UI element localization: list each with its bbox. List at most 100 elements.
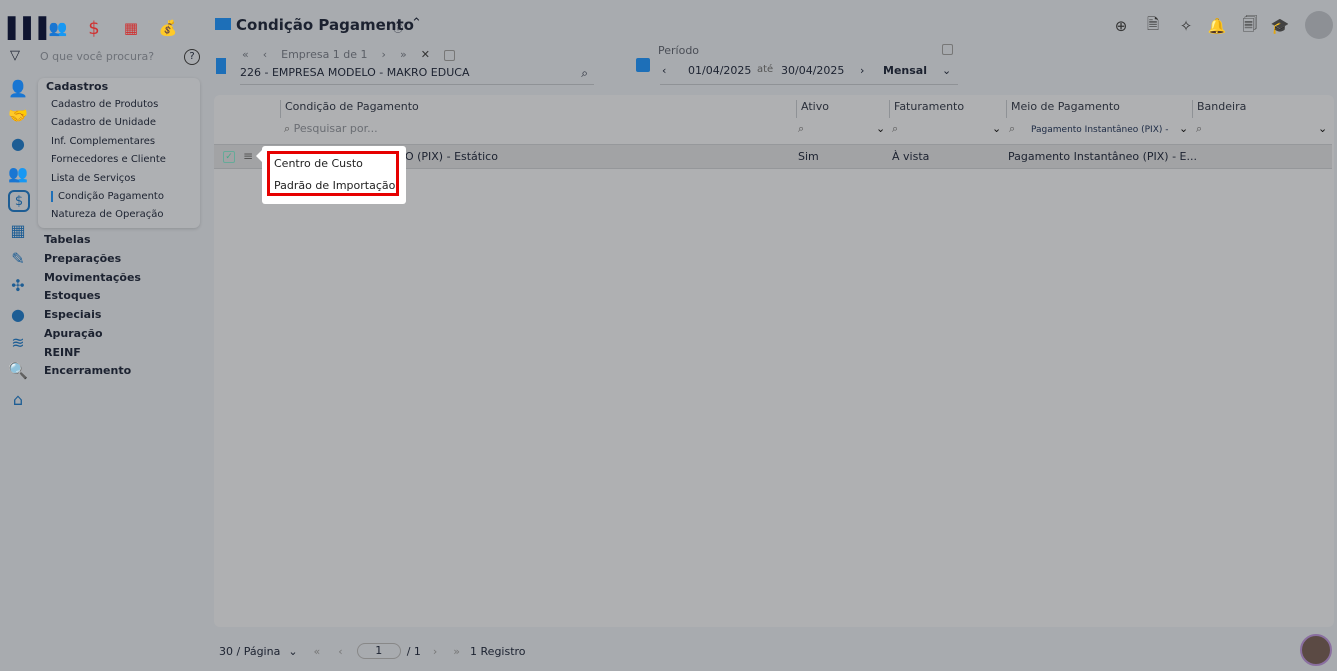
cell-faturamento: À vista [892,150,930,163]
filter-icon[interactable]: ▽ [10,48,20,63]
collapse-chevron-icon[interactable]: ⌃ [411,16,422,31]
next-icon[interactable]: › [382,48,386,61]
next-period-icon[interactable]: › [860,64,864,77]
search-icon[interactable]: ⌕ [581,66,588,81]
filter-ativo-search-icon[interactable]: ⌕ [798,122,804,136]
filter-meio-value[interactable]: Pagamento Instantâneo (PIX) - [1031,125,1169,135]
dollar-module-icon[interactable]: $ [84,18,104,39]
monitor-icon [215,18,231,30]
context-item-padrao-importacao[interactable]: Padrão de Importação [274,179,395,192]
empresa-field[interactable]: 226 - EMPRESA MODELO - MAKRO EDUCA ⌕ [240,66,594,85]
empresa-nav-label: Empresa 1 de 1 [281,48,368,61]
menu-item-active[interactable]: Condição Pagamento [51,191,164,202]
periodo-checkbox[interactable] [942,44,953,55]
periodo-label: Período [658,44,700,57]
col-header-faturamento[interactable]: Faturamento [889,100,964,118]
search-icon[interactable]: 🔍 [8,360,28,380]
layers-icon[interactable]: ≋ [8,332,28,352]
bag-icon[interactable]: ● [8,304,28,324]
menu-item[interactable]: Fornecedores e Cliente [51,154,166,165]
calendar-icon [636,58,650,72]
prev-period-icon[interactable]: ‹ [662,64,666,77]
col-header-meio[interactable]: Meio de Pagamento [1006,100,1120,118]
page-input[interactable]: 1 [356,643,401,659]
row-checkbox[interactable]: ✓ [223,151,235,163]
clock-icon[interactable]: ● [8,133,28,153]
info-icon[interactable]: ⓘ [393,20,403,35]
clear-icon[interactable]: ✕ [421,48,430,61]
section-movimentacoes[interactable]: Movimentações [44,271,141,284]
people-icon[interactable]: 👥 [8,163,28,183]
tool-icon[interactable]: ✎ [8,248,28,268]
chevron-down-icon[interactable]: ⌄ [1318,122,1327,135]
section-preparacoes[interactable]: Preparações [44,252,121,265]
popup-arrow [256,150,262,162]
chevron-down-icon[interactable]: ⌄ [288,645,297,658]
pagination: 30 / Página ⌄ « ‹ 1 / 1 › » 1 Registro [219,643,526,659]
building-icon [216,58,226,74]
menu-item[interactable]: Cadastro de Unidade [51,117,156,128]
user-settings-icon[interactable]: 👤 [8,78,28,98]
empresa-nav: « ‹ Empresa 1 de 1 › » ✕ [242,48,455,61]
filter-faturamento-search-icon[interactable]: ⌕ [892,122,898,136]
calculator-icon[interactable]: ▦ [8,220,28,240]
broom-icon[interactable]: ✧ [1176,16,1196,36]
filter-bandeira-search-icon[interactable]: ⌕ [1196,122,1202,136]
chevron-down-icon[interactable]: ⌄ [1179,122,1188,135]
section-estoques[interactable]: Estoques [44,289,101,302]
report-search-icon[interactable]: 🗐 [1240,15,1260,36]
period-mode[interactable]: Mensal [883,64,927,77]
empresa-checkbox[interactable] [443,50,455,61]
graduation-cap-icon[interactable]: 🎓 [1270,16,1290,36]
per-page-select[interactable]: 30 / Página [219,645,280,658]
document-icon[interactable]: 🗎 [1143,15,1163,36]
col-header-bandeira[interactable]: Bandeira [1192,100,1246,118]
user-avatar[interactable] [1305,11,1333,39]
menu-item[interactable]: Lista de Serviços [51,173,136,184]
last-page-icon[interactable]: » [453,645,460,658]
period-start[interactable]: 01/04/2025 [688,64,751,77]
menu-title: Cadastros [46,80,109,93]
period-end[interactable]: 30/04/2025 [781,64,844,77]
calculator-module-icon[interactable]: ▦ [121,18,141,38]
filter-meio-search-icon[interactable]: ⌕ [1009,122,1015,136]
add-icon[interactable]: ⊕ [1111,16,1131,36]
first-page-icon[interactable]: « [314,645,321,658]
dollar-circle-icon[interactable]: $ [8,190,30,212]
network-icon[interactable]: ✣ [8,275,28,295]
bell-icon[interactable]: 🔔 [1207,16,1227,36]
menu-item[interactable]: Natureza de Operação [51,209,164,220]
section-tabelas[interactable]: Tabelas [44,233,91,246]
col-header-ativo[interactable]: Ativo [796,100,829,118]
menu-search-input[interactable]: O que você procura? [40,50,154,63]
section-apuracao[interactable]: Apuração [44,327,103,340]
col-header-condicao[interactable]: Condição de Pagamento [280,100,419,118]
filter-placeholder: Pesquisar por... [293,122,378,135]
row-menu-icon[interactable]: ≡ [243,149,253,163]
chevron-down-icon[interactable]: ⌄ [876,122,885,135]
assistant-avatar[interactable] [1300,634,1332,666]
chevron-down-icon[interactable]: ⌄ [942,64,951,77]
next-page-icon[interactable]: › [433,645,437,658]
menu-item[interactable]: Cadastro de Produtos [51,99,158,110]
money-bag-module-icon[interactable]: 💰 [158,18,178,38]
last-icon[interactable]: » [400,48,407,61]
prev-page-icon[interactable]: ‹ [338,645,342,658]
cell-condicao: EO (PIX) - Estático [398,150,498,163]
chevron-down-icon[interactable]: ⌄ [992,122,1001,135]
section-encerramento[interactable]: Encerramento [44,364,131,377]
help-icon[interactable]: ? [184,49,200,65]
first-icon[interactable]: « [242,48,249,61]
section-especiais[interactable]: Especiais [44,308,101,321]
prev-icon[interactable]: ‹ [263,48,267,61]
total-pages: / 1 [406,644,421,658]
cell-meio: Pagamento Instantâneo (PIX) - E... [1008,150,1197,163]
filter-condicao[interactable]: ⌕ Pesquisar por... [284,122,378,136]
home-icon[interactable]: ⌂ [8,389,28,409]
users-module-icon[interactable]: 👥 [48,18,68,38]
menu-item[interactable]: Inf. Complementares [51,136,155,147]
section-reinf[interactable]: REINF [44,346,81,359]
period-sep: até [757,64,774,75]
handshake-icon[interactable]: 🤝 [8,105,28,125]
context-item-centro-custo[interactable]: Centro de Custo [274,157,363,170]
